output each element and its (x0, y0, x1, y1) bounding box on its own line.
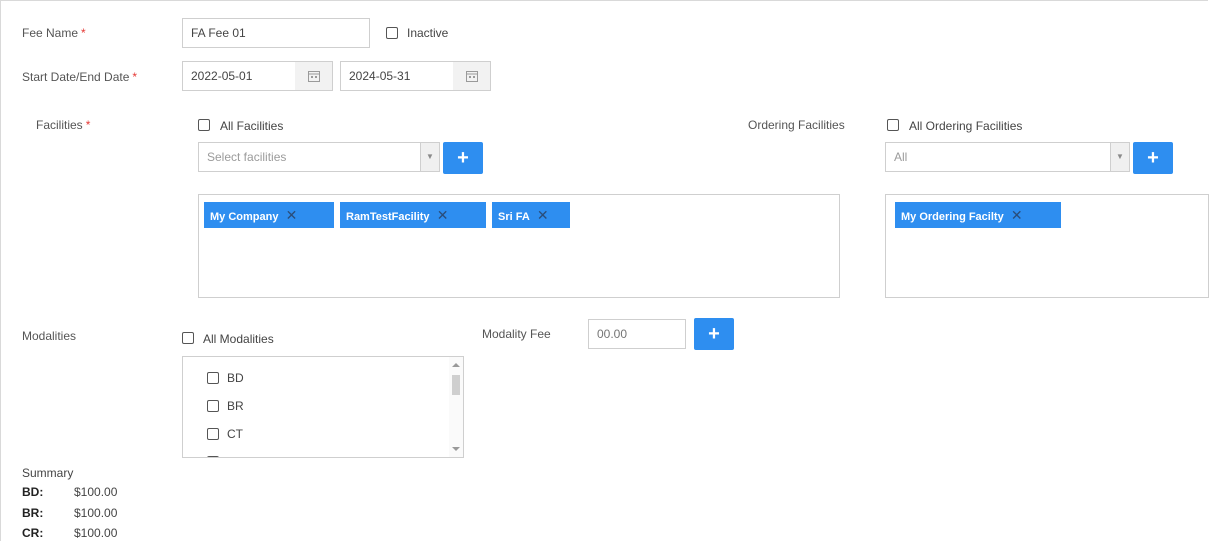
all-facilities-checkbox[interactable] (198, 119, 210, 131)
all-ordering-facilities-label: All Ordering Facilities (909, 119, 1023, 133)
summary-amount: $100.00 (74, 506, 118, 520)
summary-code: BR: (22, 506, 44, 520)
facilities-select[interactable]: Select facilities ▼ (198, 142, 440, 172)
start-date-input[interactable]: 2022-05-01 (182, 61, 296, 91)
fee-name-input[interactable]: FA Fee 01 (182, 18, 370, 48)
required-mark: * (85, 118, 91, 132)
ordering-facilities-label: Ordering Facilities (748, 118, 845, 132)
chevron-down-icon: ▼ (420, 143, 439, 171)
dates-label: Start Date/End Date * (22, 70, 138, 84)
modalities-scrollbar[interactable] (449, 357, 463, 457)
modality-label: BD (227, 371, 244, 385)
modality-fee-input[interactable] (588, 319, 686, 349)
calendar-icon (465, 71, 478, 82)
add-ordering-facility-button[interactable]: + (1133, 142, 1173, 174)
add-facility-button[interactable]: + (443, 142, 483, 174)
add-modality-fee-button[interactable]: + (694, 318, 734, 350)
all-facilities-label: All Facilities (220, 119, 284, 133)
required-mark: * (81, 26, 86, 40)
all-modalities-checkbox[interactable] (182, 332, 194, 344)
summary-amount: $100.00 (74, 526, 118, 540)
chevron-down-icon: ▼ (1110, 143, 1129, 171)
summary-row: CR: (22, 526, 43, 540)
calendar-icon (307, 71, 320, 82)
summary-code: BD: (22, 485, 44, 499)
modality-label: BR (227, 399, 244, 413)
modality-checkbox[interactable] (207, 428, 219, 440)
start-date-calendar-button[interactable] (295, 61, 333, 91)
summary-row: BD: (22, 485, 43, 499)
remove-tag-icon[interactable]: ✕ (534, 202, 552, 228)
facility-tag: Sri FA ✕ (492, 202, 570, 228)
facilities-label: Facilities * (36, 118, 91, 132)
scroll-up-icon (452, 363, 460, 367)
modality-fee-label: Modality Fee (482, 327, 551, 341)
ordering-facilities-select[interactable]: All ▼ (885, 142, 1130, 172)
summary-row: BR: (22, 506, 43, 520)
modality-checkbox[interactable] (207, 456, 219, 457)
required-mark: * (132, 70, 138, 84)
facility-tag: My Company ✕ (204, 202, 334, 228)
facility-tag: RamTestFacility ✕ (340, 202, 486, 228)
summary-code: CR: (22, 526, 44, 540)
modality-label: CT (227, 427, 243, 441)
facilities-select-placeholder: Select facilities (207, 150, 287, 164)
modalities-list: BD BR CT (182, 356, 464, 458)
summary-title: Summary (22, 466, 74, 480)
scroll-thumb (452, 375, 460, 395)
scroll-down-icon (452, 447, 460, 451)
end-date-calendar-button[interactable] (453, 61, 491, 91)
modality-checkbox[interactable] (207, 400, 219, 412)
inactive-checkbox[interactable] (386, 27, 398, 39)
remove-tag-icon[interactable]: ✕ (1008, 202, 1026, 228)
modality-checkbox[interactable] (207, 372, 219, 384)
summary-amount: $100.00 (74, 485, 118, 499)
ordering-facilities-select-value: All (894, 150, 908, 164)
ordering-facility-tag: My Ordering Facilty ✕ (895, 202, 1061, 228)
all-modalities-label: All Modalities (203, 332, 274, 346)
all-ordering-facilities-checkbox[interactable] (887, 119, 899, 131)
inactive-label: Inactive (407, 26, 449, 40)
fee-name-label: Fee Name * (22, 26, 86, 40)
end-date-input[interactable]: 2024-05-31 (340, 61, 454, 91)
remove-tag-icon[interactable]: ✕ (434, 202, 452, 228)
modalities-label: Modalities (22, 329, 77, 343)
remove-tag-icon[interactable]: ✕ (282, 202, 300, 228)
